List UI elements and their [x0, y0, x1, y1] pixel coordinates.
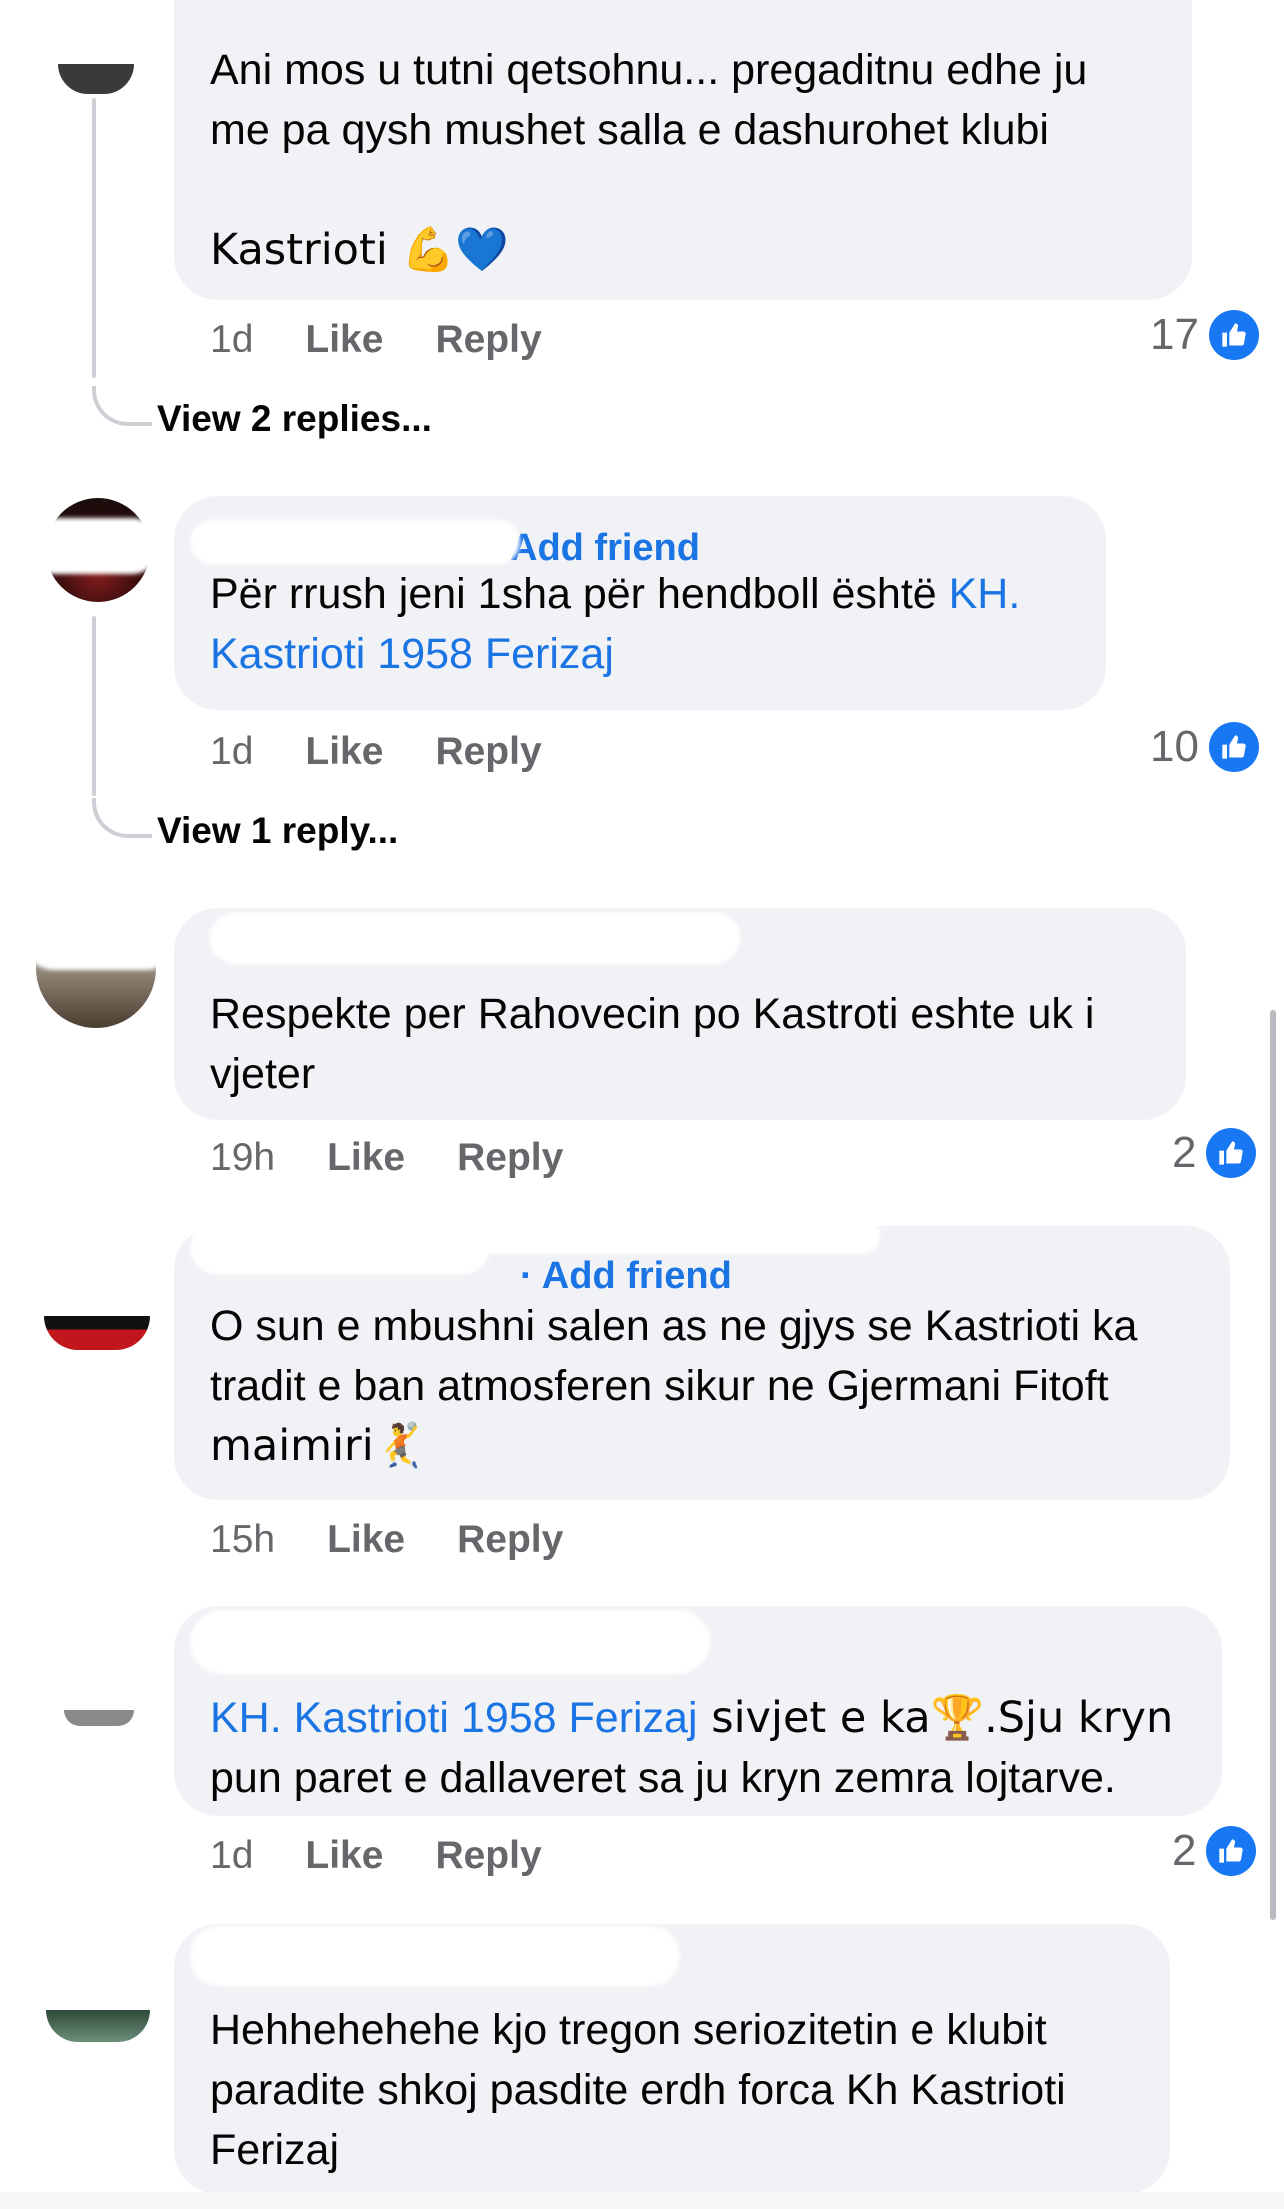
comment-text: paradite shkoj pasdite erdh forca Kh Kas…	[210, 2066, 1066, 2114]
avatar[interactable]	[44, 1316, 150, 1350]
reaction-count[interactable]: 2	[1172, 1128, 1257, 1178]
comment-time[interactable]: 1d	[210, 1834, 253, 1878]
redacted-name	[20, 518, 160, 574]
comment-actions: 1d Like Reply	[210, 1834, 542, 1878]
redacted-name	[190, 520, 520, 564]
reply-button[interactable]: Reply	[457, 1136, 563, 1180]
comment-text: Ferizaj	[210, 2126, 340, 2174]
thread-line	[92, 98, 96, 378]
comment-text: tradit e ban atmosferen sikur ne Gjerman…	[210, 1362, 1109, 1410]
redacted-name	[210, 912, 740, 964]
comment-text: Kastrioti 💪💙	[210, 225, 509, 275]
redacted-name	[190, 1222, 490, 1274]
avatar[interactable]	[58, 64, 134, 94]
comment-text: O sun e mbushni salen as ne gjys se Kast…	[210, 1302, 1138, 1350]
thumbs-up-icon	[1208, 722, 1259, 772]
reaction-count[interactable]: 2	[1172, 1826, 1257, 1876]
thread-line	[92, 616, 96, 796]
like-button[interactable]: Like	[327, 1136, 405, 1180]
reaction-count[interactable]: 10	[1150, 722, 1259, 772]
thread-connector	[92, 386, 152, 426]
thumbs-up-icon	[1206, 1826, 1257, 1876]
thumbs-up-icon	[1208, 310, 1259, 360]
reaction-count[interactable]: 17	[1150, 310, 1259, 360]
comment-actions: 19h Like Reply	[210, 1136, 563, 1180]
avatar[interactable]	[46, 2010, 150, 2042]
comment-time[interactable]: 15h	[210, 1518, 275, 1562]
reply-button[interactable]: Reply	[435, 730, 541, 774]
redacted-name	[190, 1610, 710, 1674]
reply-button[interactable]: Reply	[435, 1834, 541, 1878]
reaction-number: 2	[1172, 1128, 1197, 1177]
comment-text: KH. Kastrioti 1958 Ferizaj sivjet e ka🏆.…	[210, 1693, 1174, 1743]
comment-text: pun paret e dallaveret sa ju kryn zemra …	[210, 1754, 1116, 1802]
comment-text: me pa qysh mushet salla e dashurohet klu…	[210, 106, 1049, 154]
view-replies-link[interactable]: View 1 reply...	[157, 810, 398, 852]
redacted-name	[190, 1926, 680, 1986]
comment-text: Ani mos u tutni qetsohnu... pregaditnu e…	[210, 46, 1088, 94]
like-button[interactable]: Like	[327, 1518, 405, 1562]
reaction-number: 2	[1172, 1826, 1197, 1875]
scrollbar[interactable]	[1270, 1010, 1276, 1920]
avatar[interactable]	[64, 1710, 134, 1726]
thread-connector	[92, 798, 152, 838]
page-mention-link[interactable]: KH.	[949, 570, 1021, 618]
thumbs-up-icon	[1206, 1128, 1257, 1178]
comment-text: Hehhehehehe kjo tregon seriozitetin e kl…	[210, 2006, 1047, 2054]
bottom-edge	[0, 2192, 1284, 2209]
redacted-name	[20, 900, 180, 970]
like-button[interactable]: Like	[305, 730, 383, 774]
redacted-name	[460, 1218, 880, 1254]
like-button[interactable]: Like	[305, 318, 383, 362]
comment-text: maimiri🤾	[210, 1421, 428, 1471]
comment-time[interactable]: 1d	[210, 730, 253, 774]
comment-text: vjeter	[210, 1050, 316, 1098]
comment-time[interactable]: 19h	[210, 1136, 275, 1180]
view-replies-link[interactable]: View 2 replies...	[157, 398, 432, 440]
reaction-number: 17	[1150, 310, 1199, 359]
comment-bubble: Ani mos u tutni qetsohnu... pregaditnu e…	[174, 0, 1192, 300]
reply-button[interactable]: Reply	[457, 1518, 563, 1562]
comment-text: Për rrush jeni 1sha për hendboll është K…	[210, 570, 1021, 618]
reaction-number: 10	[1150, 722, 1199, 771]
page-mention-link[interactable]: KH. Kastrioti 1958 Ferizaj	[210, 1694, 698, 1742]
comment-actions: 1d Like Reply	[210, 730, 542, 774]
comment-actions: 1d Like Reply	[210, 318, 542, 362]
comment-text: Respekte per Rahovecin po Kastroti eshte…	[210, 990, 1095, 1038]
like-button[interactable]: Like	[305, 1834, 383, 1878]
comment-time[interactable]: 1d	[210, 318, 253, 362]
page-mention-link[interactable]: Kastrioti 1958 Ferizaj	[210, 624, 1070, 684]
comment-actions: 15h Like Reply	[210, 1518, 563, 1562]
reply-button[interactable]: Reply	[435, 318, 541, 362]
